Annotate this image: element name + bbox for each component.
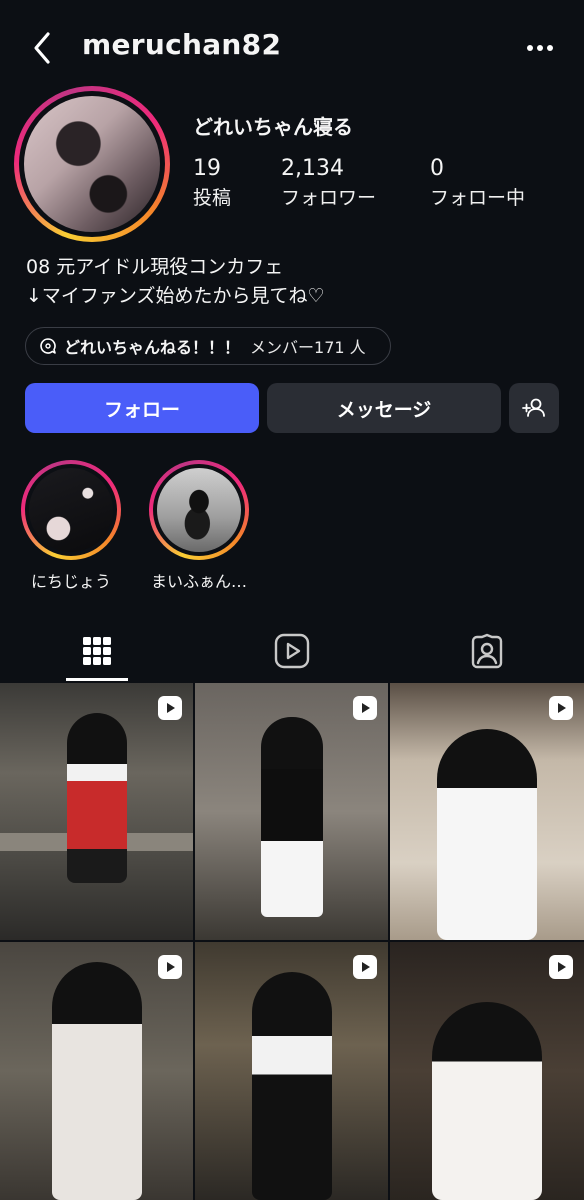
channel-name: どれいちゃんねる！！！ [64,338,241,357]
highlight-cover-image [29,468,113,552]
grid-post[interactable] [195,942,388,1200]
more-horizontal-icon [527,45,553,51]
grid-icon [83,637,111,665]
story-highlight[interactable]: まいふぁん… [149,460,249,592]
stat-following-label: フォロー中 [430,187,526,209]
avatar-image [24,96,160,232]
profile-tabs [0,620,584,682]
stat-following-count: 0 [430,156,444,181]
stat-followers[interactable]: 2,134 フォロワー [281,156,376,210]
back-button[interactable] [28,28,60,68]
reel-indicator-icon [549,955,573,979]
chevron-left-icon [34,32,50,64]
profile-header: meruchan82 [0,0,584,96]
highlight-label: まいふぁん… [150,572,247,591]
highlight-cover-image [157,468,241,552]
stat-posts-label: 投稿 [193,187,232,209]
stat-followers-count: 2,134 [281,156,344,181]
reel-indicator-icon [158,955,182,979]
grid-post[interactable] [390,683,584,940]
highlight-label: にちじょう [30,572,111,591]
grid-post[interactable] [0,942,193,1200]
tab-grid[interactable] [0,620,194,682]
follow-button[interactable]: フォロー [25,383,259,433]
message-button[interactable]: メッセージ [267,383,501,433]
profile-avatar[interactable] [14,86,170,242]
add-user-icon [522,398,545,417]
reel-indicator-icon [353,696,377,720]
stat-followers-label: フォロワー [281,187,377,209]
channel-icon [40,338,56,354]
post-grid [0,683,584,1200]
tagged-icon [471,633,503,669]
username-title: meruchan82 [82,28,282,61]
bio-line: ↓マイファンズ始めたから見てね♡ [26,285,325,307]
bio: 08 元アイドル現役コンカフェ ↓マイファンズ始めたから見てね♡ [26,253,325,311]
stat-posts-count: 19 [193,156,221,181]
grid-post[interactable] [195,683,388,940]
reel-indicator-icon [353,955,377,979]
grid-post[interactable] [390,942,584,1200]
reel-indicator-icon [158,696,182,720]
reels-icon [274,633,310,669]
suggest-users-button[interactable] [509,383,559,433]
tab-tagged[interactable] [390,620,584,682]
channel-members: メンバー171 人 [250,338,366,357]
display-name: どれいちゃん寝る [193,115,353,139]
story-highlight[interactable]: にちじょう [21,460,121,592]
tab-reels[interactable] [195,620,389,682]
bio-line: 08 元アイドル現役コンカフェ [26,256,284,278]
grid-post[interactable] [0,683,193,940]
broadcast-channel-link[interactable]: どれいちゃんねる！！！ メンバー171 人 [25,327,391,365]
more-options-button[interactable] [522,34,558,62]
stat-posts[interactable]: 19 投稿 [193,156,231,210]
reel-indicator-icon [549,696,573,720]
stat-following[interactable]: 0 フォロー中 [430,156,525,210]
active-tab-indicator [66,678,128,681]
